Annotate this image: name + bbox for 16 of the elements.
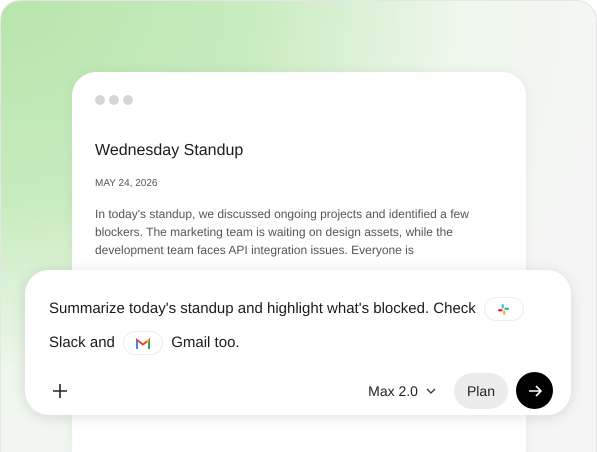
note-date: MAY 24, 2026 [95, 178, 158, 189]
window-dots-icon [95, 95, 133, 105]
app-chip[interactable] [123, 331, 164, 356]
note-body: In today's standup, we discussed ongoing projects and identified a few blockers. The marketing team is waiting on design assets, while the development team faces API integration issues. Everyone is [95, 206, 470, 259]
slack-icon [498, 304, 510, 315]
send-button[interactable] [516, 372, 553, 409]
prompt-text: Gmail too. [171, 334, 240, 351]
gmail-icon [136, 338, 150, 349]
plan-button[interactable]: Plan [454, 372, 508, 408]
prompt-text: Slack and [49, 334, 115, 351]
arrow-right-icon [528, 384, 542, 396]
prompt-text: Summarize today's standup and highlight what's blocked. Check [49, 300, 476, 317]
chevron-down-icon [426, 388, 436, 394]
add-icon[interactable] [53, 384, 67, 398]
model-dropdown[interactable]: Max 2.0 [368, 382, 436, 398]
note-title: Wednesday Standup [95, 142, 244, 160]
